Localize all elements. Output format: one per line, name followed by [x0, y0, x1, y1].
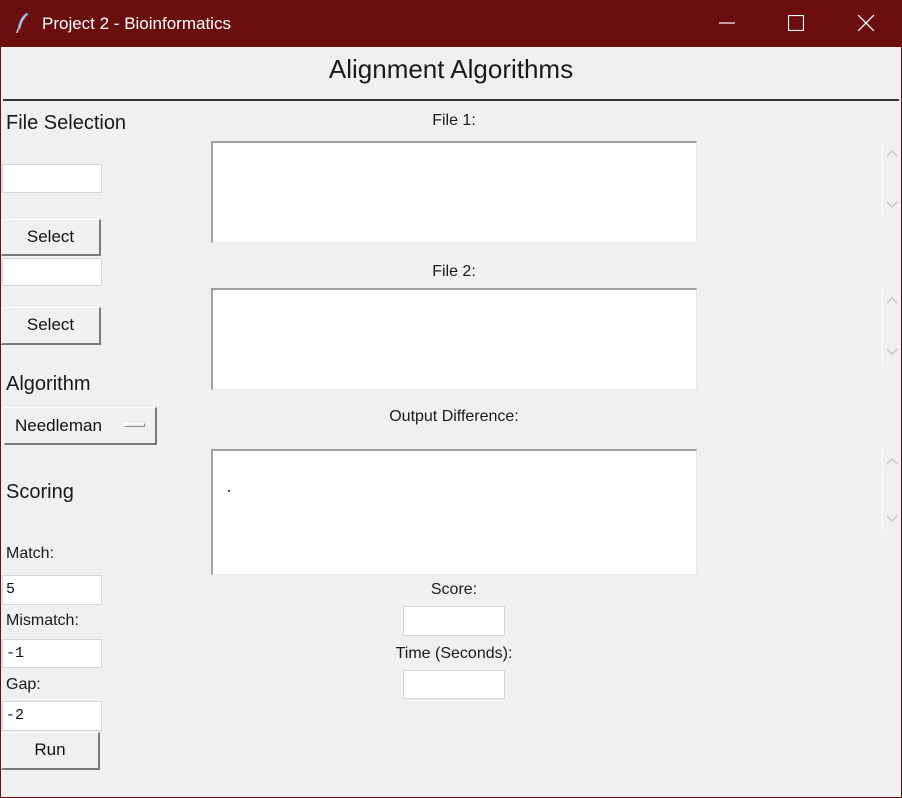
file1-textarea[interactable] [211, 141, 697, 243]
file1-path-input[interactable] [2, 164, 102, 193]
window-title: Project 2 - Bioinformatics [42, 14, 231, 33]
algorithm-selected-value: Needleman [15, 416, 102, 435]
mismatch-label: Mismatch: [6, 612, 79, 629]
algorithm-dropdown[interactable]: Needleman [4, 407, 157, 445]
file2-scrollbar[interactable] [882, 288, 901, 366]
gap-input[interactable]: -2 [2, 701, 102, 731]
file2-select-button[interactable]: Select [1, 307, 101, 345]
file1-scrollbar[interactable] [882, 141, 901, 219]
output-difference-label: Output Difference: [389, 408, 519, 425]
dropdown-indicator-icon [124, 423, 145, 427]
close-button[interactable] [843, 0, 889, 47]
maximize-button[interactable] [773, 0, 819, 47]
file2-label: File 2: [432, 263, 476, 280]
file-selection-heading: File Selection [6, 112, 127, 134]
feather-icon [14, 12, 32, 34]
mismatch-input[interactable]: -1 [2, 639, 102, 668]
file1-label: File 1: [432, 112, 476, 129]
score-output[interactable] [403, 606, 505, 636]
gap-label: Gap: [6, 676, 41, 693]
time-label: Time (Seconds): [395, 645, 513, 662]
output-difference-textarea[interactable] [211, 449, 697, 575]
output-scrollbar[interactable] [882, 449, 901, 533]
text-cursor [228, 490, 230, 492]
file2-textarea[interactable] [211, 288, 697, 390]
match-input[interactable]: 5 [2, 575, 102, 605]
minimize-button[interactable] [704, 0, 750, 47]
file2-path-input[interactable] [2, 258, 102, 286]
run-button[interactable]: Run [1, 732, 100, 770]
header-divider [3, 99, 899, 101]
page-title: Alignment Algorithms [328, 54, 574, 84]
time-output[interactable] [403, 670, 505, 699]
file1-select-button[interactable]: Select [1, 219, 101, 256]
score-label: Score: [430, 581, 478, 598]
scoring-heading: Scoring [6, 481, 74, 503]
match-label: Match: [6, 545, 55, 562]
algorithm-heading: Algorithm [6, 373, 91, 395]
title-bar[interactable]: Project 2 - Bioinformatics [0, 0, 902, 47]
